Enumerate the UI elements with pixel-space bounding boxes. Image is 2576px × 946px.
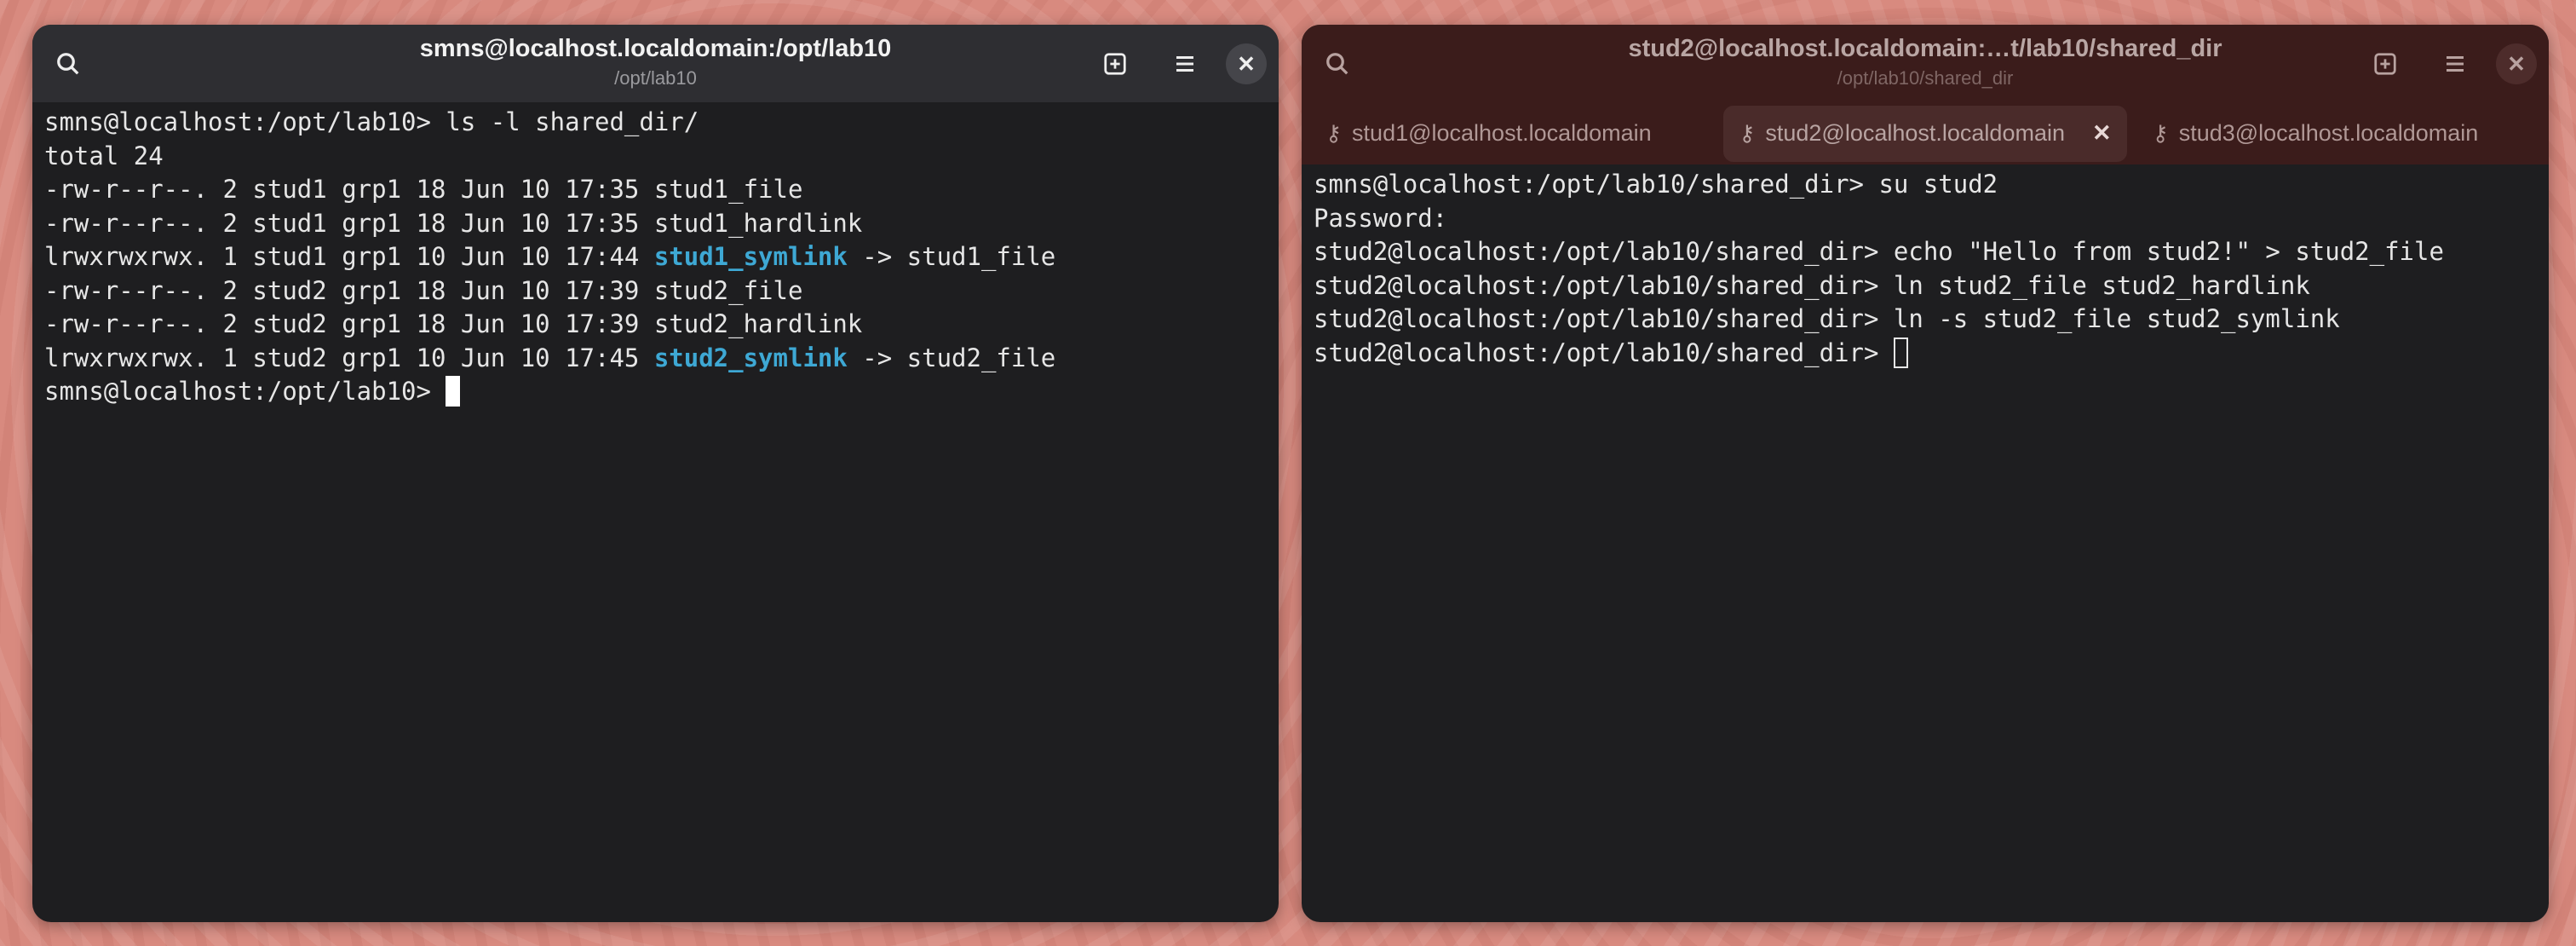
tab-close-icon[interactable]: ✕ [2092, 120, 2112, 147]
line-text: -rw-r--r--. 2 stud2 grp1 18 Jun 10 17:39… [44, 309, 863, 338]
window-title: stud2@localhost.localdomain:…t/lab10/sha… [1628, 35, 2222, 62]
terminal-line: smns@localhost:/opt/lab10/shared_dir> su… [1314, 170, 1998, 199]
terminal-window-stud2: stud2@localhost.localdomain:…t/lab10/sha… [1302, 25, 2549, 922]
cursor [446, 376, 461, 407]
symlink-target: -> stud2_file [847, 343, 1056, 372]
close-icon: ✕ [1237, 50, 1256, 77]
line-text: total 24 [44, 141, 164, 170]
window-subtitle: /opt/lab10 [614, 67, 697, 89]
terminal-line: stud2@localhost:/opt/lab10/shared_dir> l… [1314, 270, 2310, 300]
line-text: smns@localhost:/opt/lab10> ls -l shared_… [44, 107, 699, 136]
window-subtitle: /opt/lab10/shared_dir [1837, 67, 2014, 89]
new-tab-button[interactable] [1095, 43, 1136, 84]
menu-button[interactable] [1164, 43, 1205, 84]
terminal-line: Password: [1314, 203, 1448, 233]
new-tab-icon [2374, 53, 2396, 75]
terminal-output[interactable]: smns@localhost:/opt/lab10> ls -l shared_… [32, 102, 1279, 412]
close-button[interactable]: ✕ [2496, 43, 2537, 84]
menu-button[interactable] [2435, 43, 2475, 84]
terminal-line: lrwxrwxrwx. 1 stud2 grp1 10 Jun 10 17:45… [44, 342, 1267, 376]
terminal-line: -rw-r--r--. 2 stud2 grp1 18 Jun 10 17:39… [44, 274, 1267, 309]
prompt: smns@localhost:/opt/lab10> [44, 377, 446, 406]
tab-label: stud1@localhost.localdomain [1352, 120, 1652, 146]
close-button[interactable]: ✕ [1226, 43, 1267, 84]
terminal-line: -rw-r--r--. 2 stud2 grp1 18 Jun 10 17:39… [44, 308, 1267, 342]
terminal-line: -rw-r--r--. 2 stud1 grp1 18 Jun 10 17:35… [44, 173, 1267, 207]
terminal-output[interactable]: smns@localhost:/opt/lab10/shared_dir> su… [1302, 164, 2549, 373]
tab-2[interactable]: ⚷ stud2@localhost.localdomain ✕ [1723, 105, 2127, 162]
new-tab-button[interactable] [2365, 43, 2406, 84]
symlink-name: stud1_symlink [653, 242, 848, 271]
key-icon: ⚷ [1325, 120, 1343, 146]
window-title: smns@localhost.localdomain:/opt/lab10 [419, 35, 892, 62]
hamburger-menu-icon [1176, 56, 1193, 72]
close-icon: ✕ [2507, 50, 2526, 77]
key-icon: ⚷ [2152, 120, 2169, 146]
terminal-line: stud2@localhost:/opt/lab10/shared_dir> l… [1314, 304, 2340, 333]
header-bar: stud2@localhost.localdomain:…t/lab10/sha… [1302, 25, 2549, 102]
prompt-line: smns@localhost:/opt/lab10> [44, 375, 1267, 409]
tab-bar: ⚷ stud1@localhost.localdomain ⚷ stud2@local… [1302, 102, 2549, 164]
header-bar: smns@localhost.localdomain:/opt/lab10 /o… [32, 25, 1279, 102]
terminal-window-smns: smns@localhost.localdomain:/opt/lab10 /o… [32, 25, 1279, 922]
line-text: -rw-r--r--. 2 stud1 grp1 18 Jun 10 17:35… [44, 208, 863, 238]
tab-label: stud3@localhost.localdomain [2178, 120, 2479, 146]
terminal-line: lrwxrwxrwx. 1 stud1 grp1 10 Jun 10 17:44… [44, 240, 1267, 274]
tab-label: stud2@localhost.localdomain [1765, 120, 2065, 146]
line-text: lrwxrwxrwx. 1 stud2 grp1 10 Jun 10 17:45 [44, 343, 654, 372]
tab-1[interactable]: ⚷ stud1@localhost.localdomain [1310, 106, 1713, 162]
symlink-target: -> stud1_file [847, 242, 1056, 271]
terminal-line: total 24 [44, 140, 1267, 174]
terminal-line: stud2@localhost:/opt/lab10/shared_dir> e… [1314, 237, 2444, 266]
key-icon: ⚷ [1739, 120, 1756, 146]
new-tab-icon [1104, 53, 1126, 75]
tab-3[interactable]: ⚷ stud3@localhost.localdomain [2137, 106, 2540, 162]
terminal-line: -rw-r--r--. 2 stud1 grp1 18 Jun 10 17:35… [44, 207, 1267, 241]
symlink-name: stud2_symlink [653, 343, 848, 372]
line-text: lrwxrwxrwx. 1 stud1 grp1 10 Jun 10 17:44 [44, 242, 654, 271]
cursor [1893, 337, 1908, 368]
hamburger-menu-icon [2447, 56, 2464, 72]
line-text: -rw-r--r--. 2 stud2 grp1 18 Jun 10 17:39… [44, 275, 803, 305]
prompt-line: stud2@localhost:/opt/lab10/shared_dir> [1314, 337, 2537, 371]
line-text: -rw-r--r--. 2 stud1 grp1 18 Jun 10 17:35… [44, 175, 803, 204]
prompt: stud2@localhost:/opt/lab10/shared_dir> [1314, 337, 1894, 367]
terminal-line: smns@localhost:/opt/lab10> ls -l shared_… [44, 106, 1267, 140]
